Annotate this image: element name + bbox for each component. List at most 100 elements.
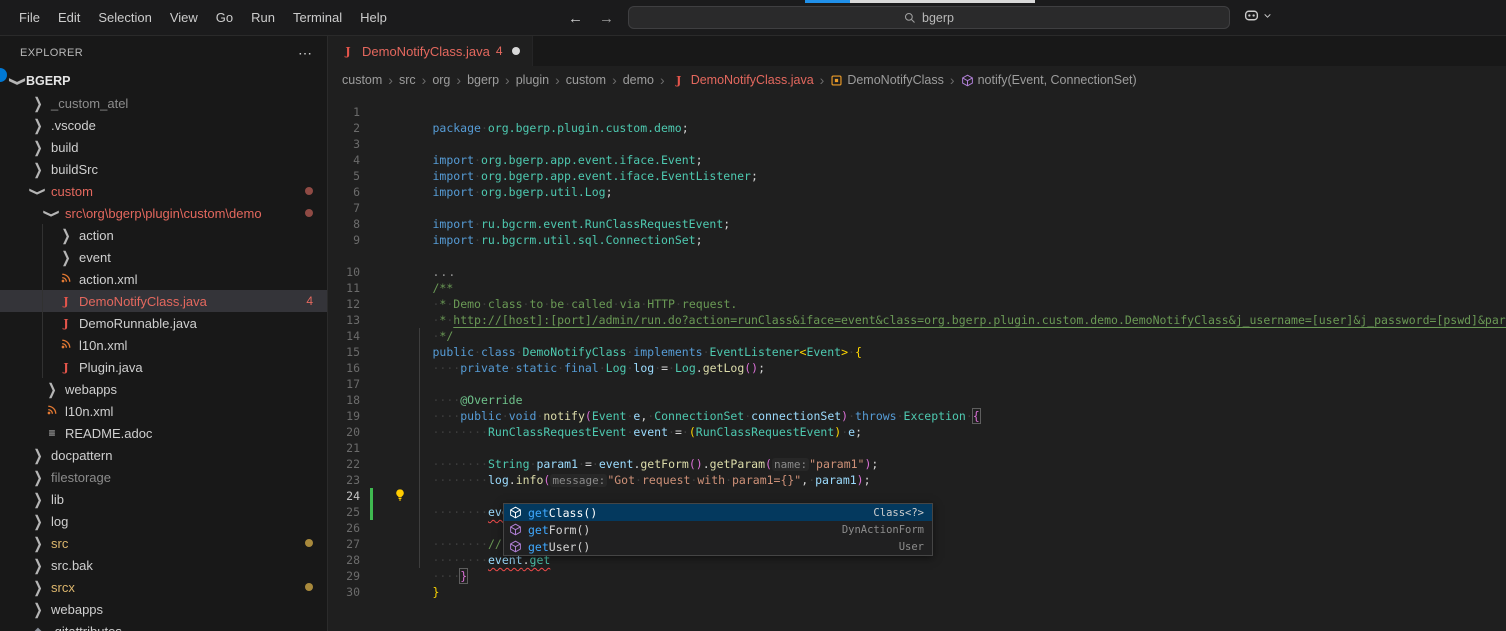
tree-item-custom[interactable]: ❯custom bbox=[0, 180, 327, 202]
code-line[interactable]: 7import·ru.bgcrm.event.RunClassRequestEv… bbox=[328, 200, 1506, 216]
line-number: 5 bbox=[328, 168, 360, 184]
line-number: 16 bbox=[328, 360, 360, 376]
tree-item-src[interactable]: ❯src bbox=[0, 532, 327, 554]
java-file-icon: J bbox=[58, 361, 74, 374]
tree-item-demonotifyclass-java[interactable]: JDemoNotifyClass.java4 bbox=[0, 290, 327, 312]
method-icon bbox=[509, 540, 522, 553]
menu-help[interactable]: Help bbox=[351, 0, 396, 36]
suggestion-getuser[interactable]: getUser() User bbox=[504, 538, 932, 555]
breadcrumb-separator: › bbox=[820, 72, 825, 88]
method-icon bbox=[509, 523, 522, 536]
code-line[interactable]: 23 bbox=[328, 472, 1506, 488]
tree-item--vscode[interactable]: ❯.vscode bbox=[0, 114, 327, 136]
suggestion-getclass[interactable]: getClass() Class<?> bbox=[504, 504, 932, 521]
xml-file-icon bbox=[58, 272, 74, 287]
tree-item-readme-adoc[interactable]: ≡README.adoc bbox=[0, 422, 327, 444]
modified-dot bbox=[305, 539, 313, 547]
menu-run[interactable]: Run bbox=[242, 0, 284, 36]
tree-item-docpattern[interactable]: ❯docpattern bbox=[0, 444, 327, 466]
code-line[interactable]: 30 bbox=[328, 584, 1506, 600]
tree-item-event[interactable]: ❯event bbox=[0, 246, 327, 268]
tree-item-filestorage[interactable]: ❯filestorage bbox=[0, 466, 327, 488]
code-line[interactable]: 11·*·Demo·class·to·be·called·via·HTTP·re… bbox=[328, 280, 1506, 296]
code-line[interactable]: 24········event.get bbox=[328, 488, 1506, 504]
menu-terminal[interactable]: Terminal bbox=[284, 0, 351, 36]
breadcrumb-item[interactable]: demo bbox=[623, 73, 654, 87]
tree-root-bgerp[interactable]: ❯ BGERP bbox=[0, 70, 327, 92]
tree-item-demorunnable-java[interactable]: JDemoRunnable.java bbox=[0, 312, 327, 334]
chevron-right-icon: ❯ bbox=[30, 600, 46, 618]
tree-item-webapps[interactable]: ❯webapps bbox=[0, 598, 327, 620]
tree-item-action-xml[interactable]: action.xml bbox=[0, 268, 327, 290]
tree-item-action[interactable]: ❯action bbox=[0, 224, 327, 246]
line-number: 1 bbox=[328, 104, 360, 120]
tree-item-log[interactable]: ❯log bbox=[0, 510, 327, 532]
tree-item-l10n-xml[interactable]: l10n.xml bbox=[0, 400, 327, 422]
java-file-icon: J bbox=[58, 295, 74, 308]
code-line[interactable]: 16 bbox=[328, 360, 1506, 376]
chevron-right-icon: ❯ bbox=[30, 468, 46, 486]
tree-item--gitattributes[interactable]: ◆.gitattributes bbox=[0, 620, 327, 631]
menu-selection[interactable]: Selection bbox=[89, 0, 160, 36]
tree-item-plugin-java[interactable]: JPlugin.java bbox=[0, 356, 327, 378]
breadcrumb-item[interactable]: DemoNotifyClass bbox=[830, 73, 944, 87]
tree-item-buildsrc[interactable]: ❯buildSrc bbox=[0, 158, 327, 180]
menu-file[interactable]: File bbox=[10, 0, 49, 36]
explorer-actions-button[interactable]: ⋯ bbox=[298, 45, 313, 62]
code-line[interactable]: 3import·org.bgerp.app.event.iface.Event; bbox=[328, 136, 1506, 152]
menu-go[interactable]: Go bbox=[207, 0, 242, 36]
code-line[interactable]: 29} bbox=[328, 568, 1506, 584]
chevron-right-icon: ❯ bbox=[30, 160, 46, 178]
code-line[interactable]: 1package·org.bgerp.plugin.custom.demo; bbox=[328, 104, 1506, 120]
chevron-right-icon: ❯ bbox=[30, 512, 46, 530]
lightbulb-icon[interactable] bbox=[393, 488, 407, 502]
tree-item-webapps[interactable]: ❯webapps bbox=[0, 378, 327, 400]
tree-item-src-bak[interactable]: ❯src.bak bbox=[0, 554, 327, 576]
breadcrumb-item[interactable]: src bbox=[399, 73, 416, 87]
code-line[interactable]: 10/** bbox=[328, 264, 1506, 280]
back-arrow-icon[interactable]: ← bbox=[568, 10, 583, 27]
code-line[interactable]: ... bbox=[328, 248, 1506, 264]
code-line[interactable]: 2 bbox=[328, 120, 1506, 136]
breadcrumb-item[interactable]: custom bbox=[566, 73, 606, 87]
forward-arrow-icon[interactable]: → bbox=[599, 10, 614, 27]
code-line[interactable]: 20 bbox=[328, 424, 1506, 440]
tree-item-lib[interactable]: ❯lib bbox=[0, 488, 327, 510]
unsaved-dot-icon[interactable] bbox=[512, 47, 520, 55]
error-count-badge: 4 bbox=[306, 294, 313, 308]
code-line[interactable]: 14public·class·DemoNotifyClass·implement… bbox=[328, 328, 1506, 344]
menu-view[interactable]: View bbox=[161, 0, 207, 36]
code-line[interactable]: 19········RunClassRequestEvent·event·=·(… bbox=[328, 408, 1506, 424]
search-input[interactable]: bgerp bbox=[628, 6, 1230, 29]
breadcrumb-item[interactable]: JDemoNotifyClass.java bbox=[671, 73, 814, 87]
menu-edit[interactable]: Edit bbox=[49, 0, 89, 36]
code-line[interactable]: 21········String·param1·=·event.getForm(… bbox=[328, 440, 1506, 456]
copilot-button[interactable] bbox=[1243, 7, 1272, 24]
tree-item-l10n-xml[interactable]: l10n.xml bbox=[0, 334, 327, 356]
tree-item-build[interactable]: ❯build bbox=[0, 136, 327, 158]
code-line[interactable]: 17····@Override bbox=[328, 376, 1506, 392]
breadcrumb-item[interactable]: plugin bbox=[516, 73, 549, 87]
breadcrumb-item[interactable]: org bbox=[432, 73, 450, 87]
breadcrumb-item[interactable]: notify(Event, ConnectionSet) bbox=[961, 73, 1137, 87]
suggestion-getform[interactable]: getForm() DynActionForm bbox=[504, 521, 932, 538]
code-line[interactable]: 22········log.info(message:"Got·request·… bbox=[328, 456, 1506, 472]
code-line[interactable]: 5import·org.bgerp.util.Log; bbox=[328, 168, 1506, 184]
code-line[interactable]: 13·*/ bbox=[328, 312, 1506, 328]
tree-item-src-org-bgerp-plugin-custom-demo[interactable]: ❯src\org\bgerp\plugin\custom\demo bbox=[0, 202, 327, 224]
code-line[interactable]: 18····public·void·notify(Event·e,·Connec… bbox=[328, 392, 1506, 408]
tree-item--custom-atel[interactable]: ❯_custom_atel bbox=[0, 92, 327, 114]
code-line[interactable]: 4import·org.bgerp.app.event.iface.EventL… bbox=[328, 152, 1506, 168]
code-line[interactable]: 9 bbox=[328, 232, 1506, 248]
line-number: 2 bbox=[328, 120, 360, 136]
tree-item-srcx[interactable]: ❯srcx bbox=[0, 576, 327, 598]
chevron-right-icon: ❯ bbox=[30, 578, 46, 596]
breadcrumb-item[interactable]: custom bbox=[342, 73, 382, 87]
code-line[interactable]: 15····private·static·final·Log·log·=·Log… bbox=[328, 344, 1506, 360]
code-line[interactable]: 12·*·http://[host]:[port]/admin/run.do?a… bbox=[328, 296, 1506, 312]
search-icon bbox=[904, 12, 916, 24]
code-line[interactable]: 6 bbox=[328, 184, 1506, 200]
tab-demonotifyclass[interactable]: J DemoNotifyClass.java 4 bbox=[328, 36, 533, 66]
code-line[interactable]: 8import·ru.bgcrm.util.sql.ConnectionSet; bbox=[328, 216, 1506, 232]
breadcrumb-item[interactable]: bgerp bbox=[467, 73, 499, 87]
